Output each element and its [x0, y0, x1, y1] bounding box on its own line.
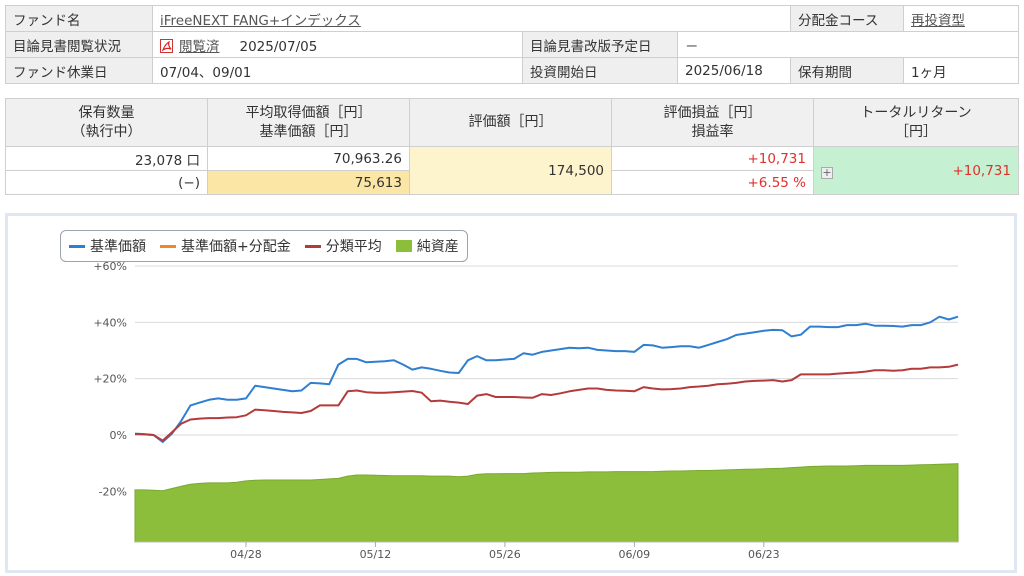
prospectus-status-label: 目論見書閲覧状況: [5, 31, 153, 58]
y-tick-label: +20%: [93, 373, 127, 386]
dist-course-label: 分配金コース: [790, 5, 904, 32]
pdf-icon[interactable]: [160, 38, 173, 53]
prospectus-date: 2025/07/05: [239, 38, 318, 55]
legend-item-net-assets[interactable]: 純資産: [395, 236, 459, 256]
legend-label-nav: 基準価額: [90, 239, 146, 255]
legend-swatch-net-assets: [395, 240, 412, 252]
invest-start-label: 投資開始日: [522, 57, 678, 84]
legend-label-nav-plus-dist: 基準価額+分配金: [181, 239, 291, 255]
fund-info-table: ファンド名 iFreeNEXT FANG+インデックス 分配金コース 再投資型 …: [5, 5, 1019, 84]
legend-label-net-assets: 純資産: [416, 239, 459, 255]
holdings-table: 保有数量 （執行中） 平均取得価額［円］ 基準価額［円］ 評価額［円］ 評価損益［円…: [5, 98, 1019, 195]
x-tick-label: 04/28: [230, 548, 262, 561]
series-area-net-assets: [134, 463, 959, 543]
fund-name-link[interactable]: iFreeNEXT FANG+インデックス: [160, 13, 361, 29]
legend-item-category-avg[interactable]: 分類平均: [304, 236, 382, 256]
holding-period-label: 保有期間: [790, 57, 904, 84]
legend-swatch-nav: [69, 244, 85, 248]
total-return-header: トータルリターン ［円］: [813, 98, 1019, 147]
prospectus-revision-value: －: [677, 31, 1019, 58]
valuation-header: 評価額［円］: [409, 98, 612, 147]
y-tick-label: 0%: [110, 429, 127, 442]
chart-legend: 基準価額 基準価額+分配金 分類平均 純資産: [60, 230, 468, 262]
x-tick-label: 06/09: [618, 548, 650, 561]
chart-panel: +60% +40% +20% 0% -20% 04/28 05/12 05/26 06/09 06…: [5, 213, 1017, 573]
x-tick-label: 06/23: [748, 548, 780, 561]
fund-name-label: ファンド名: [5, 5, 153, 32]
avg-cost-header: 平均取得価額［円］ 基準価額［円］: [207, 98, 410, 147]
pnl-rate-value: +6.55 %: [611, 170, 814, 195]
invest-start-value: 2025/06/18: [677, 57, 791, 84]
holidays-label: ファンド休業日: [5, 57, 153, 84]
x-tick-label: 05/12: [360, 548, 392, 561]
pnl-header: 評価損益［円］ 損益率: [611, 98, 814, 147]
legend-swatch-category-avg: [304, 244, 321, 248]
y-tick-label: +40%: [93, 316, 127, 329]
legend-item-nav[interactable]: 基準価額: [69, 236, 146, 256]
series-line-0: [134, 315, 959, 443]
legend-label-category-avg: 分類平均: [325, 239, 382, 255]
y-tick-label: -20%: [99, 485, 127, 498]
series-line-1: [134, 363, 959, 442]
holidays-value: 07/04、09/01: [152, 57, 523, 84]
valuation-value: 174,500: [409, 146, 612, 195]
legend-swatch-nav-plus-dist: [160, 244, 176, 248]
qty-header: 保有数量 （執行中）: [5, 98, 208, 147]
nav-value: 75,613: [207, 170, 410, 195]
performance-chart[interactable]: +60%+40%+20%0%-20%04/28 05/12 05/26 06/09 06…: [8, 216, 1014, 570]
expand-icon[interactable]: +: [821, 166, 833, 179]
total-return-value: +10,731: [952, 162, 1011, 179]
pnl-value: +10,731: [611, 146, 814, 171]
legend-item-nav-plus-dist[interactable]: 基準価額+分配金: [160, 236, 291, 256]
total-return-cell: + +10,731: [813, 146, 1019, 195]
prospectus-viewed-link[interactable]: 閲覧済: [179, 39, 220, 55]
prospectus-revision-label: 目論見書改版予定日: [522, 31, 678, 58]
holding-period-value: 1ヶ月: [903, 57, 1019, 84]
dist-course-link[interactable]: 再投資型: [911, 13, 965, 29]
avg-cost-value: 70,963.26: [207, 146, 410, 171]
qty-value: 23,078 口: [5, 146, 208, 171]
qty-executing-value: (−): [5, 170, 208, 195]
x-tick-label: 05/26: [489, 548, 521, 561]
